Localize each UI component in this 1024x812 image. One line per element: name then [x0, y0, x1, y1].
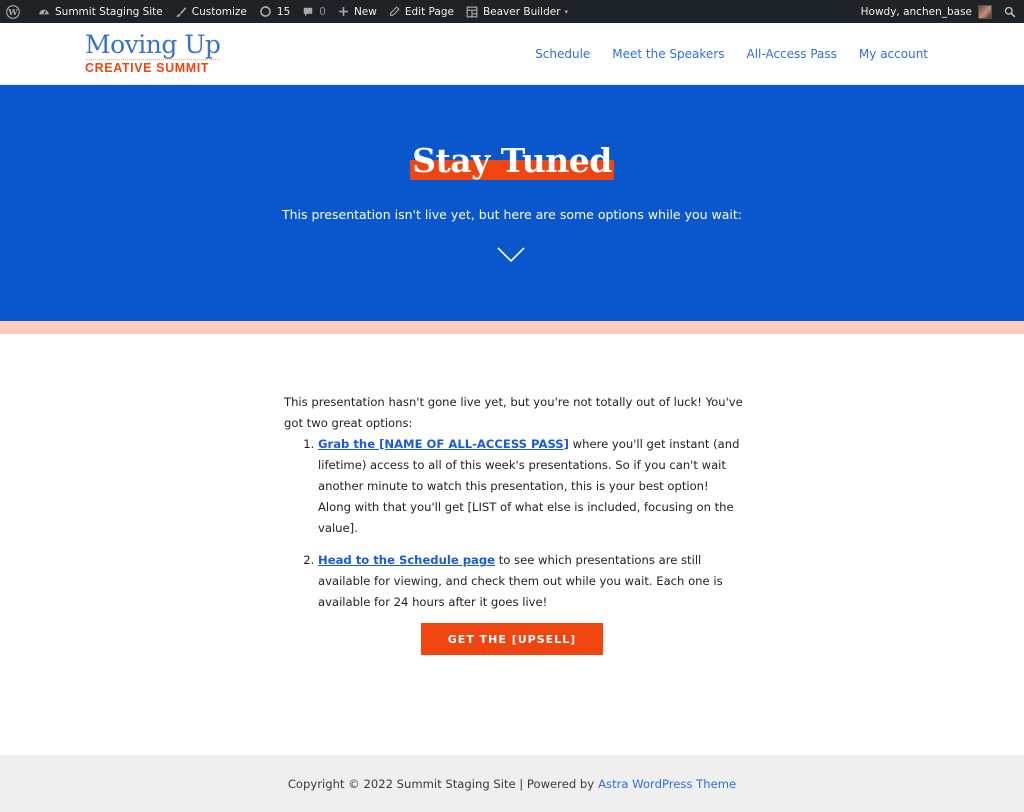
edit-page-link[interactable]: Edit Page — [383, 0, 460, 23]
admin-bar-right: Howdy, anchen_base — [855, 0, 1024, 23]
hero-title-wrapper: Stay Tuned — [0, 142, 1024, 180]
new-label: New — [353, 5, 377, 18]
layout-icon — [466, 6, 478, 18]
beaver-builder-label: Beaver Builder — [482, 5, 561, 18]
nav-all-access-pass[interactable]: All-Access Pass — [747, 47, 837, 61]
schedule-page-link[interactable]: Head to the Schedule page — [318, 553, 495, 567]
hero-banner: Stay Tuned This presentation isn't live … — [0, 85, 1024, 321]
updates-link[interactable]: 15 — [253, 0, 296, 23]
admin-bar-left: W Summit Staging Site Customize 15 0 New… — [0, 0, 574, 23]
main-content: This presentation hasn't gone live yet, … — [284, 392, 744, 624]
brush-icon — [175, 6, 187, 18]
accent-band — [0, 321, 1024, 334]
plus-icon — [338, 6, 349, 17]
wordpress-icon: W — [6, 4, 20, 19]
nav-meet-the-speakers[interactable]: Meet the Speakers — [612, 47, 724, 61]
list-item: Head to the Schedule page to see which p… — [318, 550, 744, 613]
hero-subtitle: This presentation isn't live yet, but he… — [281, 207, 742, 222]
nav-my-account[interactable]: My account — [859, 47, 928, 61]
get-upsell-button[interactable]: GET THE [UPSELL] — [421, 623, 603, 655]
edit-page-label: Edit Page — [404, 5, 454, 18]
customize-label: Customize — [191, 5, 247, 18]
beaver-builder-menu[interactable]: Beaver Builder ▾ — [460, 0, 574, 23]
options-list: Grab the [NAME OF ALL-ACCESS PASS] where… — [318, 434, 744, 613]
primary-navigation: Schedule Meet the Speakers All-Access Pa… — [513, 23, 928, 84]
site-header: Moving Up CREATIVE SUMMIT Schedule Meet … — [0, 23, 1024, 85]
hero-title: Stay Tuned — [410, 141, 614, 180]
updates-count: 15 — [276, 5, 291, 18]
pencil-icon — [389, 6, 400, 17]
comments-link[interactable]: 0 — [296, 0, 332, 23]
new-content-menu[interactable]: New — [332, 0, 383, 23]
avatar — [978, 4, 992, 19]
wp-logo-menu[interactable]: W — [0, 0, 32, 23]
updates-icon — [259, 5, 272, 18]
list-item: Grab the [NAME OF ALL-ACCESS PASS] where… — [318, 434, 744, 539]
wp-admin-bar: W Summit Staging Site Customize 15 0 New… — [0, 0, 1024, 23]
site-footer: Copyright © 2022 Summit Staging Site | P… — [0, 755, 1024, 812]
customize-link[interactable]: Customize — [169, 0, 253, 23]
howdy-text: Howdy, anchen_base — [860, 5, 972, 18]
admin-search[interactable] — [998, 0, 1024, 23]
dashboard-icon — [38, 6, 50, 18]
all-access-pass-link[interactable]: Grab the [NAME OF ALL-ACCESS PASS] — [318, 437, 569, 451]
logo-title: Moving Up — [85, 30, 221, 60]
caret-down-icon: ▾ — [564, 7, 569, 16]
my-account-menu[interactable]: Howdy, anchen_base — [855, 0, 998, 23]
intro-paragraph: This presentation hasn't gone live yet, … — [284, 395, 743, 430]
nav-schedule[interactable]: Schedule — [535, 47, 590, 61]
comment-icon — [302, 6, 314, 18]
chevron-down-icon[interactable] — [497, 247, 525, 263]
svg-text:W: W — [7, 7, 18, 17]
site-name: Summit Staging Site — [55, 5, 163, 18]
logo-subtitle: CREATIVE SUMMIT — [85, 61, 210, 75]
site-name-menu[interactable]: Summit Staging Site — [32, 0, 169, 23]
option-text: where you'll get instant (and lifetime) … — [318, 437, 740, 535]
astra-theme-link[interactable]: Astra WordPress Theme — [598, 777, 736, 791]
site-logo[interactable]: Moving Up CREATIVE SUMMIT — [85, 30, 221, 75]
copyright-text: Copyright © 2022 Summit Staging Site | P… — [287, 776, 595, 791]
search-icon — [1004, 6, 1016, 18]
comments-count: 0 — [319, 5, 326, 18]
